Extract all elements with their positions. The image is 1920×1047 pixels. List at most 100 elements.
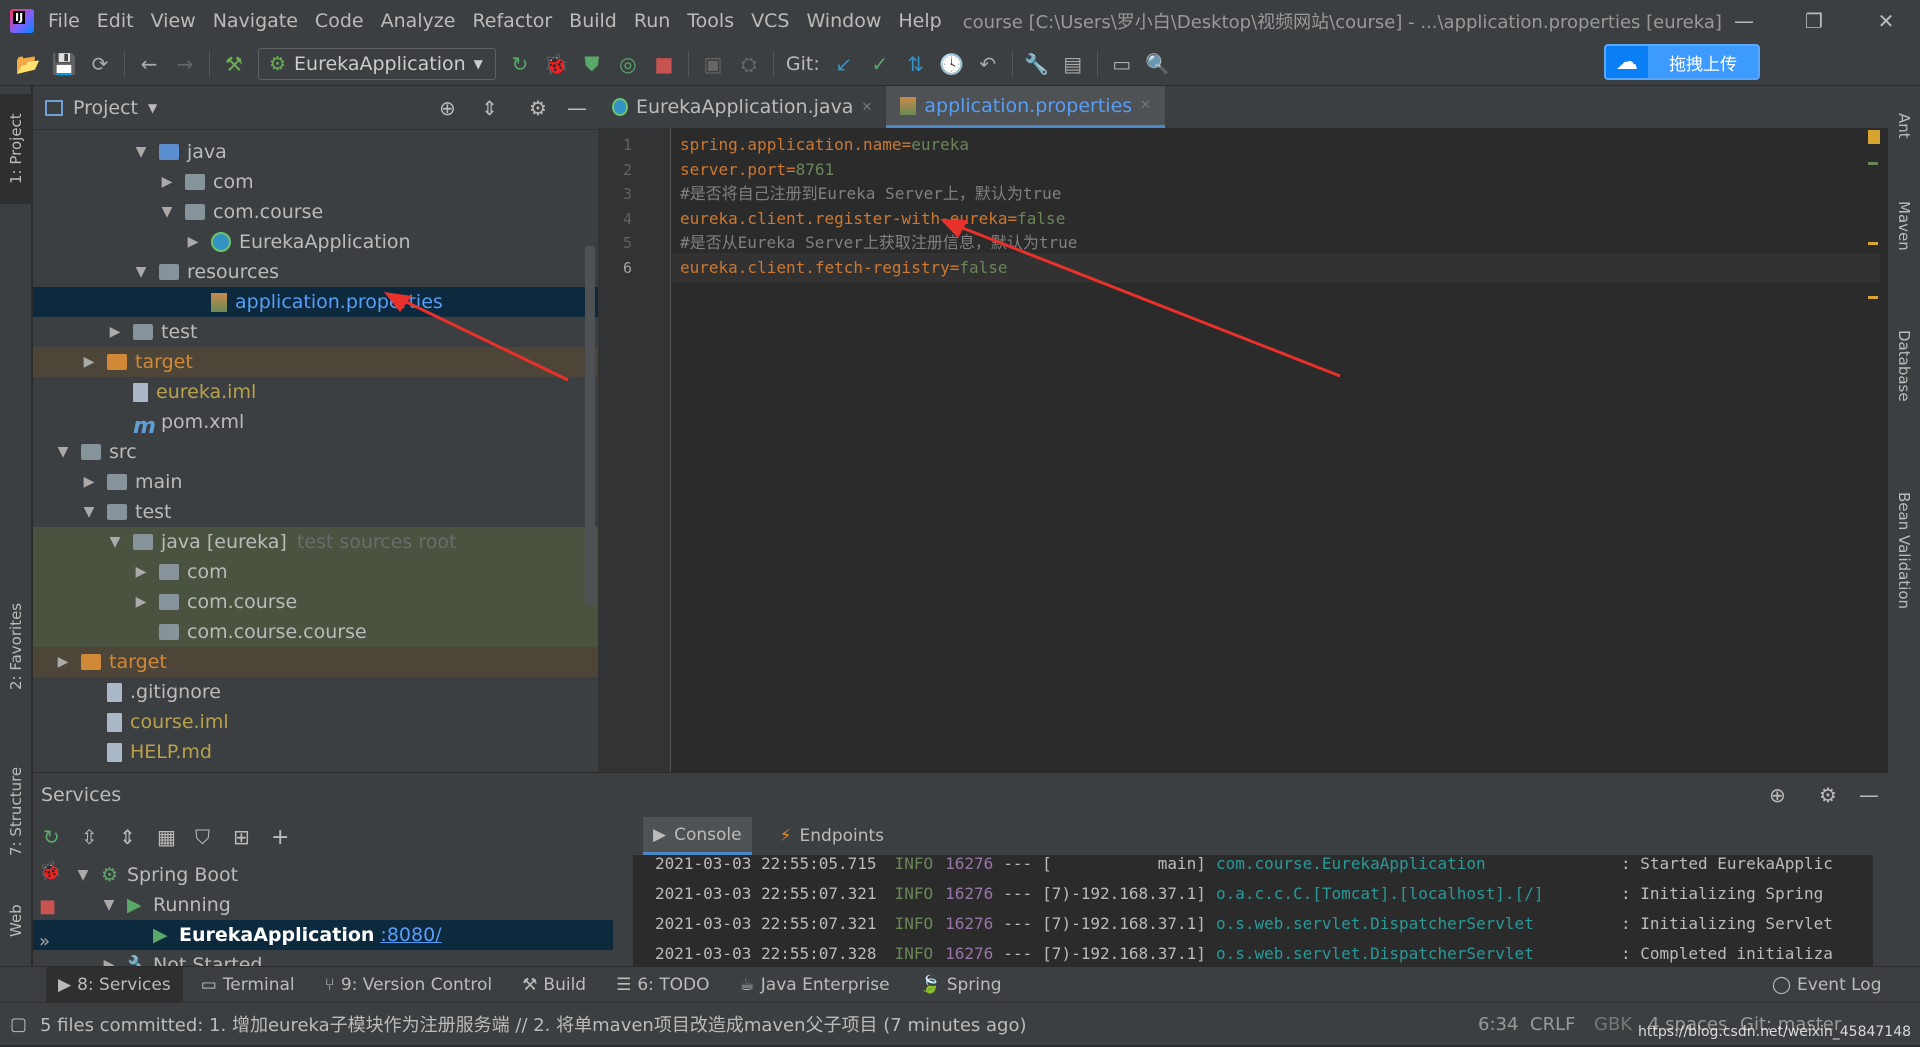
log-msg: : Initializing Servlet [1620,914,1833,933]
filter-icon[interactable]: ⛉ [195,825,225,849]
event-log-button[interactable]: ◯ Event Log [1760,967,1894,1003]
annotation-arrow-code [954,223,1341,378]
group-icon[interactable]: ▦ [157,825,187,849]
console-tab-label: Endpoints [799,826,885,846]
refresh-icon[interactable]: ↻ [43,825,73,849]
bottom-tab[interactable]: 🍃 Spring [908,967,1014,1003]
run-icon: ▶ [153,924,168,946]
log-time: 2021-03-03 22:55:07.328 [655,944,877,963]
log-time: 2021-03-03 22:55:07.321 [655,914,877,933]
service-item[interactable]: ▶ 🔧 Not Started [33,950,613,967]
event-log-icon: ◯ [1772,974,1792,995]
log-thread: [7)-192.168.37.1] [1042,944,1206,963]
bottom-tab-icon: ⑂ [324,974,335,995]
log-msg: : Completed initializa [1620,944,1833,963]
bottom-tab-icon: ▭ [200,974,217,995]
service-item[interactable]: ▶ EurekaApplication:8080/ [33,920,613,950]
log-level: INFO [894,855,934,873]
bottom-tab[interactable]: ⑂ 9: Version Control [313,967,505,1003]
log-thread: [ main] [1042,855,1206,873]
bottom-tab-icon: ▶ [58,974,72,995]
bottom-tool-bar: ▶ 8: Services ▭ Terminal ⑂ 9: Version Control… [0,966,1920,1003]
debug-icon[interactable]: 🐞 [39,861,61,882]
log-pid: 16276 [945,855,994,873]
console-tab[interactable]: ▶ Console [643,817,752,855]
services-title: Services [41,784,122,806]
collapse-all-icon[interactable]: ⇕ [119,825,149,849]
log-logger: o.s.web.servlet.DispatcherServlet [1215,944,1534,963]
status-bar: ▢ 5 files committed: 1. 增加eureka子模块作为注册服… [0,1002,1920,1045]
service-port-link[interactable]: :8080/ [380,924,441,946]
console-tab-bar: ▶ Console ⚡ Endpoints [633,817,1873,855]
services-tree: ▼ ⚙ Spring Boot ▼ ▶ Running ▶ EurekaApplication… [33,857,623,967]
log-logger: o.s.web.servlet.DispatcherServlet [1215,914,1534,933]
bottom-tab-label: Build [543,974,587,995]
log-time: 2021-03-03 22:55:07.321 [655,884,877,903]
chevron-down-icon[interactable]: ▼ [101,897,117,913]
bottom-tab[interactable]: ☰ 6: TODO [604,967,721,1003]
bottom-tab-label: Java Enterprise [760,974,890,995]
log-pid: 16276 [945,944,994,963]
expand-all-icon[interactable]: ⇳ [81,825,111,849]
status-message[interactable]: 5 files committed: 1. 增加eureka子模块作为注册服务端… [40,1011,1027,1037]
layout-icon[interactable]: ▢ [10,1014,27,1035]
more-icon[interactable]: » [39,931,61,952]
services-toolbar: ↻ ⇳ ⇕ ▦ ⛉ ⊞ + [33,817,623,857]
file-encoding[interactable]: GBK [1594,1003,1632,1046]
log-sep: --- [1003,884,1033,903]
bottom-tab-icon: 🍃 [919,974,941,995]
new-tab-icon[interactable]: ⊞ [233,825,263,849]
log-line[interactable]: 2021-03-03 22:55:05.715 INFO 16276 --- [ mai… [655,855,1833,879]
bottom-tab-icon: ☕ [739,974,755,995]
bottom-tab[interactable]: ⚒ Build [510,967,598,1003]
watermark-text: https://blog.csdn.net/weixin_45847148 [1638,1024,1912,1040]
bottom-tab[interactable]: ▶ 8: Services [46,966,183,1003]
service-item-label: Spring Boot [127,864,239,886]
services-header: Services ⊕ ⚙ — [33,773,1888,817]
log-msg: : Initializing Spring [1620,884,1824,903]
log-line[interactable]: 2021-03-03 22:55:07.328 INFO 16276 --- [7)-1… [655,939,1833,967]
services-panel: Services ⊕ ⚙ — ↻ ⇳ ⇕ ▦ ⛉ ⊞ + ▼ ⚙ Spring Bo… [33,772,1888,967]
bottom-tab[interactable]: ☕ Java Enterprise [728,967,902,1003]
run-icon: ▶ [127,894,142,916]
log-line[interactable]: 2021-03-03 22:55:07.321 INFO 16276 --- [7)-1… [655,909,1833,939]
caret-position[interactable]: 6:34 [1478,1003,1518,1046]
bottom-tab-label: 8: Services [77,974,171,995]
bottom-tab-label: 6: TODO [637,974,710,995]
add-icon[interactable]: + [271,825,301,850]
log-sep: --- [1003,944,1033,963]
service-item[interactable]: ▼ ⚙ Spring Boot [33,860,613,890]
gear-icon[interactable]: ⚙ [1819,783,1837,807]
stop-icon[interactable]: ■ [39,896,61,917]
log-logger: o.a.c.c.C.[Tomcat].[localhost].[/] [1215,884,1544,903]
services-side-tools: 🐞 ■ » [39,861,61,952]
log-pid: 16276 [945,884,994,903]
event-log-label: Event Log [1797,974,1882,995]
annotation-arrow-tree [395,295,569,382]
bottom-tab-icon: ☰ [616,974,632,995]
chevron-down-icon[interactable]: ▼ [75,867,91,883]
globe-icon[interactable]: ⊕ [1769,783,1786,807]
bottom-tab[interactable]: ▭ Terminal [189,967,307,1003]
log-sep: --- [1003,855,1033,873]
log-time: 2021-03-03 22:55:05.715 [655,855,877,873]
console-tab[interactable]: ⚡ Endpoints [770,817,894,855]
bottom-tab-label: Terminal [222,974,295,995]
service-item[interactable]: ▼ ▶ Running [33,890,613,920]
log-line[interactable]: 2021-03-03 22:55:07.321 INFO 16276 --- [7)-1… [655,879,1823,909]
hide-icon[interactable]: — [1859,783,1879,807]
line-separator[interactable]: CRLF [1530,1003,1575,1046]
log-level: INFO [894,914,934,933]
wrench-icon: 🔧 [127,954,151,968]
log-pid: 16276 [945,914,994,933]
log-msg: : Started EurekaApplic [1620,855,1833,873]
console-icon: ▶ [653,824,667,845]
log-thread: [7)-192.168.37.1] [1042,884,1206,903]
spring-boot-icon: ⚙ [101,864,119,886]
console-output[interactable]: 2021-03-03 22:55:05.715 INFO 16276 --- [ mai… [633,855,1873,967]
console-tab-label: Console [674,824,742,845]
bottom-tab-label: 9: Version Control [340,974,493,995]
service-item-label: EurekaApplication [179,924,375,946]
bottom-tab-label: Spring [946,974,1002,995]
service-item-label: Running [153,894,231,916]
